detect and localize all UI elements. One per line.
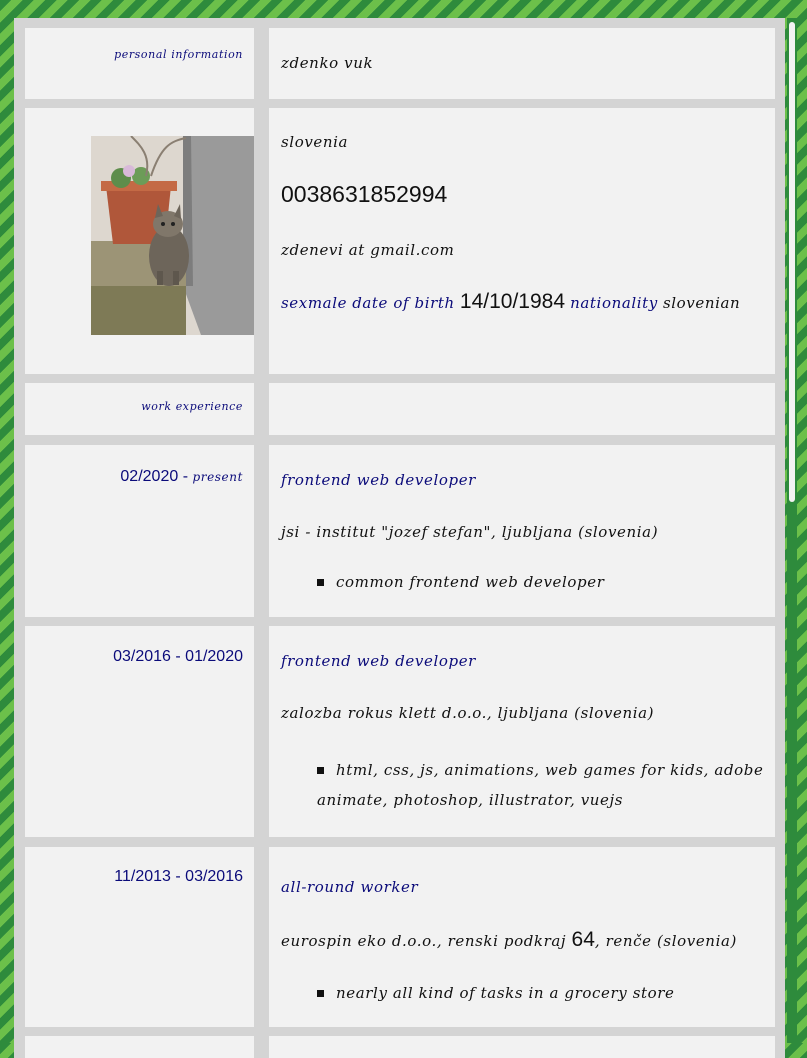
job-date-cell: 02/2020 - present: [25, 445, 254, 617]
bullet-marker: [317, 579, 324, 586]
job-bullet: common frontend web developer: [317, 572, 604, 591]
work-header-cell: [269, 383, 775, 435]
section-label-cell: work experience: [25, 383, 254, 435]
dob-label: date of birth: [352, 294, 455, 312]
bullet-marker: [317, 990, 324, 997]
job-date: 11/2013 - 03/2016: [114, 868, 243, 885]
job-date: 02/2020 - present: [120, 466, 243, 486]
job-title: frontend web developer: [281, 652, 476, 670]
nationality-label: nationality: [570, 294, 658, 312]
name-cell: zdenko vuk: [269, 28, 775, 99]
job-title: frontend web developer: [281, 471, 476, 489]
job-bullet-text: nearly all kind of tasks in a grocery st…: [336, 984, 675, 1002]
job-employer: jsi - institut "jozef stefan", ljubljana…: [281, 523, 659, 541]
job-date-end: present: [192, 470, 243, 484]
job-date: 03/2016 - 01/2020: [113, 648, 243, 665]
job-bullet: html, css, js, animations, web games for…: [317, 760, 763, 779]
job-date-cell: 11/2013 - 03/2016: [25, 847, 254, 1027]
job-employer-location: , renče (slovenia): [594, 932, 737, 950]
sex-value: male: [307, 294, 348, 312]
country: slovenia: [281, 133, 349, 151]
section-label-personal: personal information: [114, 48, 243, 61]
next-entry-partial: [14, 1036, 785, 1058]
email: zdenevi at gmail.com: [281, 241, 455, 259]
job-date-cell: 03/2016 - 01/2020: [25, 626, 254, 837]
bullet-marker: [317, 767, 324, 774]
job-employer-text: eurospin eko d.o.o., renski podkraj: [281, 932, 572, 950]
job-employer: zalozba rokus klett d.o.o., ljubljana (s…: [281, 704, 655, 722]
personal-details-line: sexmale date of birth 14/10/1984 nationa…: [281, 290, 740, 314]
cv-page: personal information zdenko vuk slovenia…: [14, 18, 785, 1058]
photo-cell: [25, 108, 254, 374]
row-contact: slovenia 0038631852994 zdenevi at gmail.…: [14, 108, 785, 374]
page-scrollbar-thumb[interactable]: [789, 22, 795, 502]
sex-label: sex: [281, 294, 308, 312]
job-bullet-text: html, css, js, animations, web games for…: [336, 761, 764, 779]
job-detail-cell: all-round worker eurospin eko d.o.o., re…: [269, 847, 775, 1027]
profile-photo: [91, 136, 254, 335]
nationality-value: slovenian: [662, 294, 741, 312]
job-bullet-text: common frontend web developer: [336, 573, 605, 591]
job-title: all-round worker: [281, 878, 419, 896]
next-detail-cell: [269, 1036, 775, 1058]
phone-number: 0038631852994: [281, 181, 448, 207]
job-entry: 03/2016 - 01/2020 frontend web developer…: [14, 626, 785, 837]
dob-value: 14/10/1984: [459, 290, 566, 313]
job-entry: 11/2013 - 03/2016 all-round worker euros…: [14, 847, 785, 1027]
page-scrollbar[interactable]: [787, 18, 797, 1043]
row-personal-header: personal information zdenko vuk: [14, 28, 785, 99]
job-detail-cell: frontend web developer jsi - institut "j…: [269, 445, 775, 617]
contact-cell: slovenia 0038631852994 zdenevi at gmail.…: [269, 108, 775, 374]
job-entry: 02/2020 - present frontend web developer…: [14, 445, 785, 617]
job-employer: eurospin eko d.o.o., renski podkraj 64, …: [281, 928, 737, 952]
job-date-start: 02/2020 -: [120, 468, 193, 485]
next-date-cell: [25, 1036, 254, 1058]
section-label-work: work experience: [141, 400, 243, 413]
job-employer-number: 64: [571, 928, 595, 951]
person-name: zdenko vuk: [281, 54, 374, 72]
job-detail-cell: frontend web developer zalozba rokus kle…: [269, 626, 775, 837]
job-bullet: nearly all kind of tasks in a grocery st…: [317, 983, 675, 1002]
row-work-header: work experience: [14, 383, 785, 435]
section-label-cell: personal information: [25, 28, 254, 99]
job-bullet-text-cont: animate, photoshop, illustrator, vuejs: [317, 791, 624, 809]
